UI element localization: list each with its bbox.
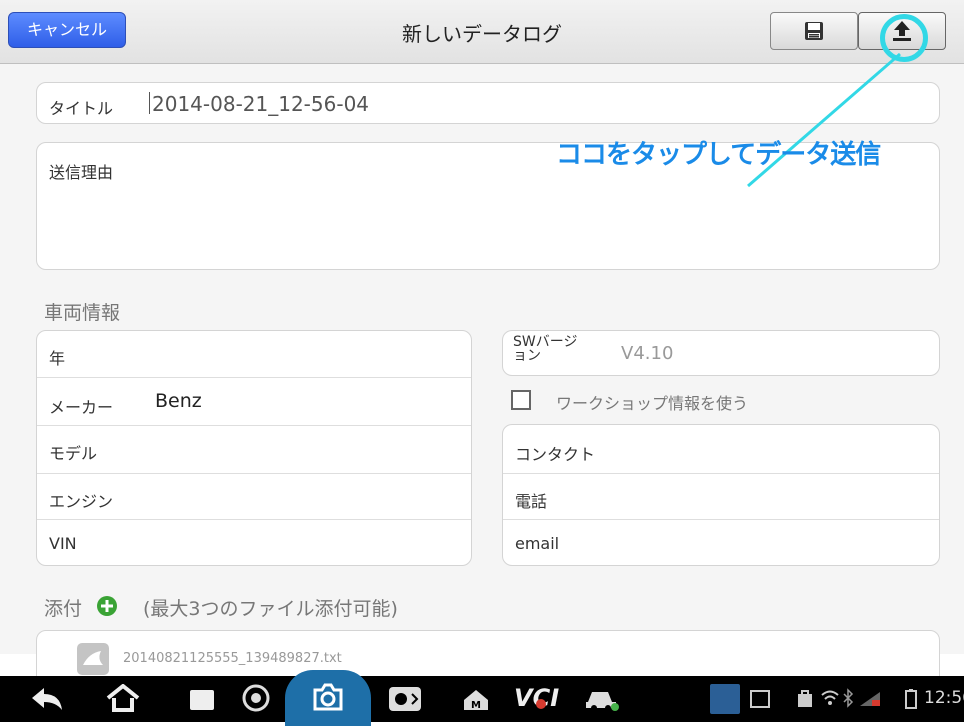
model-row[interactable]: モデル (37, 425, 471, 473)
sw-version-value: V4.10 (621, 343, 674, 364)
page-title: 新しいデータログ (402, 22, 562, 46)
back-icon[interactable] (30, 686, 64, 712)
year-label: 年 (49, 349, 66, 368)
reason-label: 送信理由 (49, 163, 114, 182)
home-icon[interactable] (106, 684, 140, 712)
sw-version-label: SWバージョン (513, 334, 578, 364)
workshop-info-label[interactable]: ワークショップ情報を使う (556, 390, 748, 414)
camera-icon (313, 683, 343, 711)
attachments-title: 添付 (44, 598, 83, 620)
floppy-disk-icon (805, 22, 823, 40)
maker-label: メーカー (49, 398, 114, 417)
phone-label: 電話 (515, 492, 548, 511)
vehicle-info-group: 年 メーカー Benz モデル エンジン VIN (36, 330, 472, 566)
attachments-note: (最大3つのファイル添付可能) (143, 598, 398, 620)
cancel-button[interactable]: キャンセル (8, 12, 126, 48)
maker-value: Benz (155, 390, 202, 412)
email-row[interactable]: email (503, 519, 939, 565)
workshop-info-checkbox[interactable] (511, 390, 531, 410)
vin-row[interactable]: VIN (37, 519, 471, 565)
camera-button[interactable] (285, 670, 371, 726)
sw-version-field: SWバージョン V4.10 (502, 330, 940, 376)
annotation-text: ココをタップしてデータ送信 (556, 140, 881, 170)
upload-highlight-circle (880, 14, 928, 62)
email-label: email (515, 534, 560, 553)
engine-row[interactable]: エンジン (37, 473, 471, 519)
title-label: タイトル (49, 99, 114, 118)
new-datalog-screen: キャンセル 新しいデータログ タイトル 2014-08-21_12-56-04 (0, 0, 964, 726)
contact-label: コンタクト (515, 445, 596, 464)
model-label: モデル (49, 444, 98, 463)
title-input[interactable]: 2014-08-21_12-56-04 (152, 92, 369, 116)
engine-label: エンジン (49, 492, 114, 511)
text-cursor (149, 92, 150, 114)
phone-row[interactable]: 電話 (503, 473, 939, 519)
year-row[interactable]: 年 (37, 331, 471, 377)
chrome-icon[interactable] (242, 684, 270, 712)
workshop-info-group: コンタクト 電話 email (502, 424, 940, 566)
maker-row[interactable]: メーカー Benz (37, 377, 471, 425)
system-nav-bar (0, 676, 964, 722)
recent-apps-icon[interactable] (186, 688, 218, 712)
save-button[interactable] (770, 12, 858, 50)
vehicle-section-title: 車両情報 (44, 302, 121, 324)
contact-row[interactable]: コンタクト (503, 425, 939, 473)
add-attachment-icon[interactable] (97, 596, 117, 616)
text-file-icon (77, 643, 109, 675)
attachment-file-name[interactable]: 20140821125555_139489827.txt (123, 651, 342, 666)
vin-label: VIN (49, 534, 77, 553)
